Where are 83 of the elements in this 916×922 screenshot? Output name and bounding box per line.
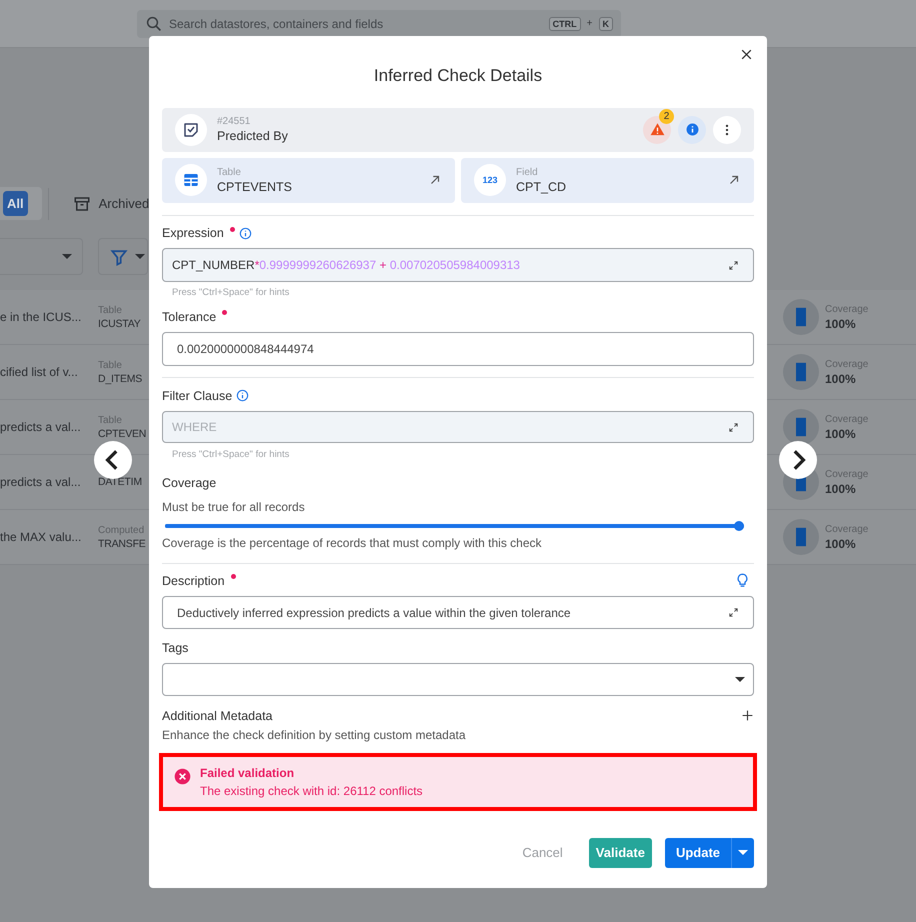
tags-select[interactable] [162,662,754,696]
lightbulb-icon [735,573,750,588]
coverage-value: 100% [825,426,857,440]
shortcut-key: K [598,16,613,30]
search-icon [145,14,163,32]
close-icon [740,48,753,61]
check-description: cified list of v... [0,365,79,379]
dropdown-button[interactable] [731,838,754,868]
count-badge: 2 [659,108,674,124]
bar-icon [796,417,806,437]
container-name: CPTEVEN [98,428,147,440]
link-card[interactable]: 123 Field CPT_CD [461,158,754,203]
check-description: predicts a val... [0,475,82,489]
archive-icon [72,194,91,212]
info-icon [236,389,250,402]
tolerance-field[interactable]: 0.0020000000848444974 [162,332,754,366]
bar-icon [796,362,806,382]
slider-thumb[interactable] [734,520,744,531]
link-label: Table [217,166,242,178]
alert-title: Failed validation [200,766,296,780]
section-label: Additional Metadata [162,708,272,723]
shortcut-key: CTRL [548,16,581,30]
field-label: Coverage [162,476,216,490]
check-rule: Predicted By [217,129,289,144]
description-input[interactable]: Deductively inferred expression predicts a value within the given tolerance [177,606,728,620]
checked-note-icon [182,120,200,139]
filter-tab[interactable]: All [3,191,28,216]
bar-icon [796,527,806,547]
caret-icon [62,254,72,259]
check-description: predicts a val... [0,420,82,434]
coverage-value: 100% [825,536,857,550]
info-button[interactable] [678,116,706,144]
caret-icon [735,676,745,682]
tolerance-input[interactable]: 0.0020000000848444974 [177,342,739,356]
field-label: Filter Clause [162,388,232,403]
number-type-icon: 123 [482,175,498,186]
filter-tab[interactable]: Archived [68,190,154,218]
dialog-title: Inferred Check Details [372,65,544,87]
alert-message: The existing check with id: 26112 conflicts [200,784,423,798]
metadata-caption: Enhance the check definition by setting custom metadata [162,727,467,744]
check-description: e in the ICUS... [0,310,82,324]
field-label: Description [162,574,225,588]
coverage-value: 100% [825,316,857,330]
container-name: DATETIM [98,476,143,488]
add-button[interactable] [741,709,754,722]
error-icon [174,768,191,786]
info-icon [686,123,698,136]
link-value: CPT_CD [516,180,568,194]
expand-icon [728,260,739,271]
expand-icon [728,607,739,618]
plus-icon [741,709,754,722]
bar-icon [796,307,806,327]
link-value: CPTEVENTS [217,180,294,194]
filter-clause-field[interactable]: WHERE [162,411,754,444]
plus-sign: + [586,18,592,29]
search-input[interactable]: Search datastores, containers and fields [169,16,543,30]
field-label: Expression [162,226,224,240]
link-label: Field [516,166,539,178]
field-label: Tolerance [162,310,216,324]
coverage-value: 100% [825,372,857,386]
warning-icon [650,122,664,138]
link-card[interactable]: Table CPTEVENTS [162,158,455,203]
container-name: ICUSTAY [98,318,142,330]
update-button[interactable]: Update [664,838,731,868]
coverage-note: Coverage is the percentage of records that must comply with this check [162,534,543,551]
field-label: Tags [162,641,188,656]
hint-text: Press "Ctrl+Space" for hints [171,449,290,462]
container-name: TRANSFE [98,538,147,550]
search-field[interactable]: Search datastores, containers and fields CTRL + K [137,10,621,38]
expand-icon [728,422,739,433]
description-field[interactable]: Deductively inferred expression predicts a value within the given tolerance [162,596,754,630]
check-description: the MAX valu... [0,530,82,544]
caret-icon [135,254,145,259]
check-id: #24551 [217,116,252,128]
container-name: D_ITEMS [98,372,144,384]
coverage-value: 100% [825,482,857,496]
filter-input[interactable]: WHERE [172,420,728,434]
expression-field[interactable]: CPT_NUMBER*0.9999999260626937 + 0.007020505984009313 [162,248,754,282]
hint-text: Press "Ctrl+Space" for hints [171,287,290,300]
caret-icon [738,850,748,856]
filter-button[interactable] [98,238,148,275]
info-icon [238,226,252,240]
coverage-caption: Must be true for all records [162,498,306,515]
